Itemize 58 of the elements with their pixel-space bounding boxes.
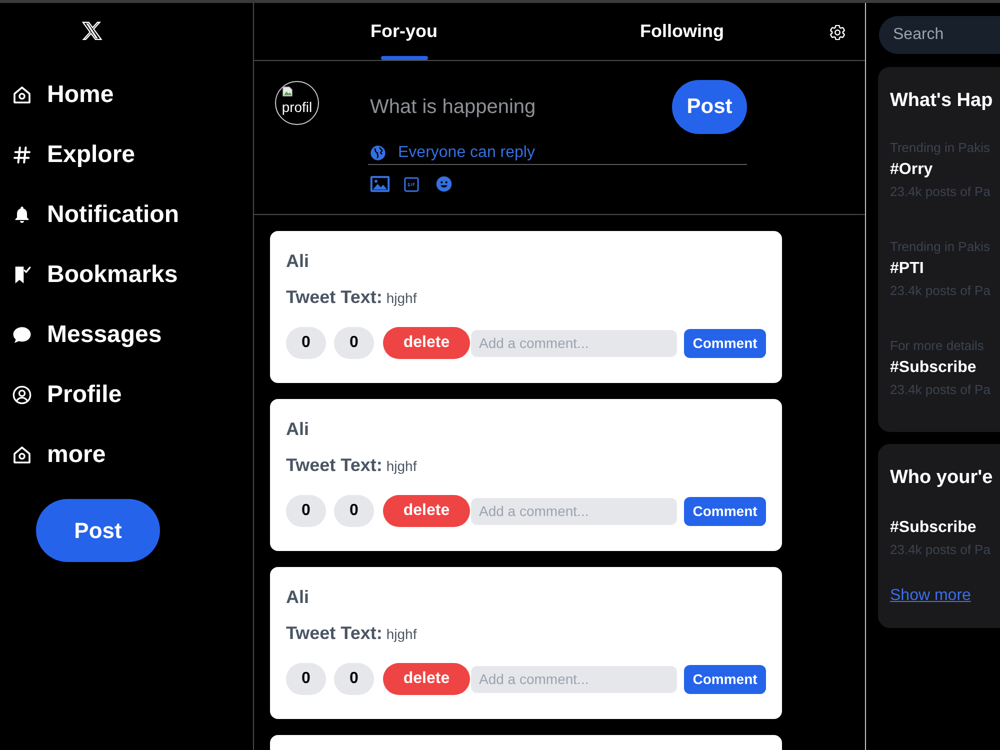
image-icon[interactable] (370, 176, 390, 192)
post-button[interactable]: Post (672, 80, 747, 134)
gif-icon[interactable] (404, 176, 419, 192)
broken-image-icon (282, 86, 293, 97)
search-field[interactable]: Search (879, 16, 1000, 54)
tweet-label: Tweet Text: (286, 622, 382, 645)
tweet-author: Ali (286, 418, 310, 441)
panel-title: Who your'e (890, 466, 993, 490)
tweet-text: hjghf (386, 289, 417, 308)
count-button[interactable]: 0 (334, 663, 374, 695)
count-button[interactable]: 0 (286, 495, 326, 527)
comment-button[interactable]: Comment (684, 664, 766, 694)
count-button[interactable]: 0 (334, 495, 374, 527)
delete-button[interactable]: delete (383, 327, 470, 359)
hash-icon (12, 145, 32, 165)
tab[interactable]: Following (640, 3, 724, 60)
home-icon (12, 85, 32, 105)
home-icon (12, 445, 32, 465)
count-button[interactable]: 0 (286, 663, 326, 695)
comment-button[interactable]: Comment (684, 328, 766, 358)
panel-title: What's Hap (890, 89, 994, 113)
comment-field[interactable]: Add a comment... (471, 498, 677, 524)
reply-setting[interactable]: Everyone can reply (398, 144, 535, 160)
settings-icon[interactable] (830, 25, 844, 40)
tweet-text: hjghf (386, 457, 417, 476)
compose-field[interactable]: What is happening (368, 80, 672, 134)
globe-icon (370, 144, 386, 160)
delete-button[interactable]: delete (383, 663, 470, 695)
trend-tag[interactable]: #PTI (890, 257, 1000, 281)
comment-field[interactable]: Add a comment... (471, 666, 677, 692)
nav-item[interactable]: Bookmarks (0, 245, 253, 305)
delete-button[interactable]: delete (383, 495, 470, 527)
trend-tag[interactable]: #Subscribe (890, 516, 990, 540)
avatar-text: profil (282, 99, 312, 115)
user-circle-icon (12, 385, 32, 405)
tweet-label: Tweet Text: (286, 454, 382, 477)
tweet-label: Tweet Text: (286, 286, 382, 309)
tweet-text: hjghf (386, 625, 417, 644)
nav-item[interactable]: Notification (0, 185, 253, 245)
nav-item[interactable]: more (0, 425, 253, 485)
nav-item[interactable]: Home (0, 65, 253, 125)
trend-tag[interactable]: #Subscribe (890, 356, 1000, 380)
chat-bubble-icon (12, 325, 32, 345)
tab[interactable]: For-you (370, 3, 438, 60)
nav-item[interactable]: Profile (0, 365, 253, 425)
tweet-author: Ali (286, 586, 310, 609)
post-button[interactable]: Post (36, 499, 160, 562)
nav-item[interactable]: Explore (0, 125, 253, 185)
show-more-link[interactable]: Show more (890, 586, 971, 606)
trend-tag[interactable]: #Orry (890, 158, 1000, 182)
count-button[interactable]: 0 (286, 327, 326, 359)
comment-button[interactable]: Comment (684, 496, 766, 526)
count-button[interactable]: 0 (334, 327, 374, 359)
tweet-author: Ali (286, 250, 310, 273)
nav-item[interactable]: Messages (0, 305, 253, 365)
comment-field[interactable]: Add a comment... (471, 330, 677, 356)
x-logo-icon[interactable] (81, 20, 103, 42)
smile-icon[interactable] (436, 176, 452, 192)
